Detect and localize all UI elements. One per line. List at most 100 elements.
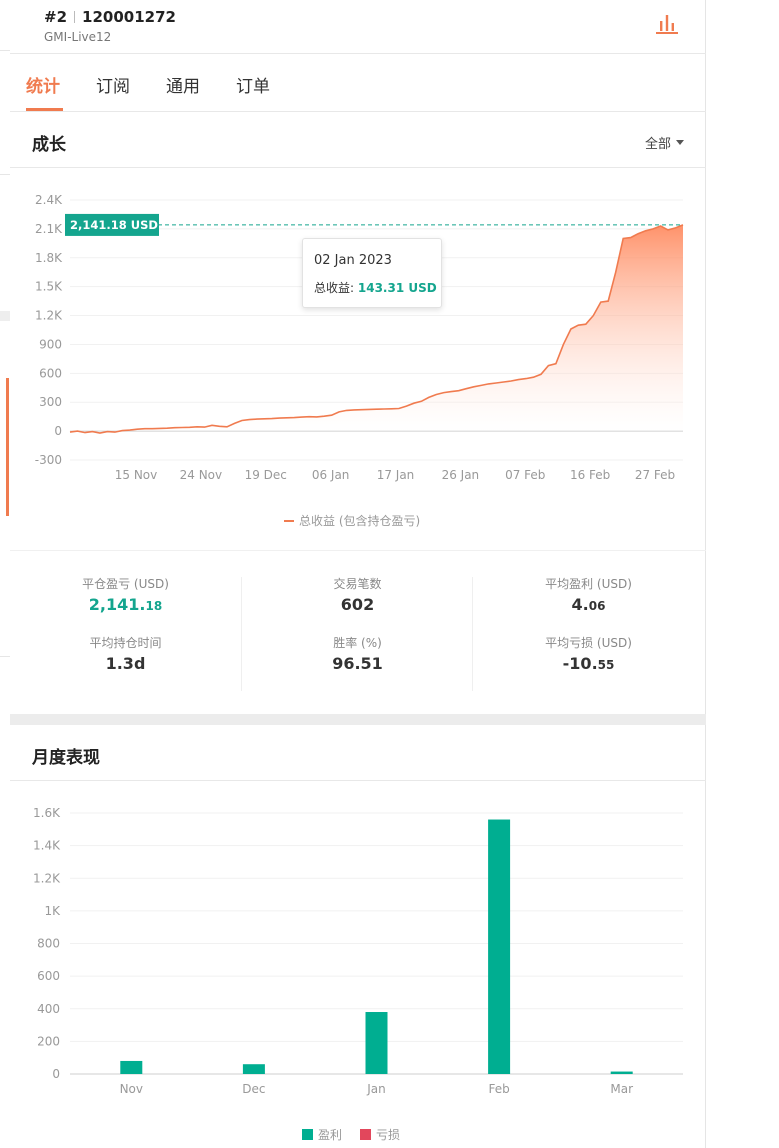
legend-line-swatch [284, 519, 294, 522]
background-page-strip [0, 0, 10, 1148]
x-tick-label: 17 Jan [377, 468, 415, 482]
y-tick-label: 200 [37, 1034, 60, 1048]
y-tick-label: 1.2K [33, 871, 61, 885]
stat-label: 平仓盈亏 (USD) [82, 577, 169, 591]
y-tick-label: 400 [37, 1002, 60, 1016]
stat-label: 交易笔数 [333, 577, 382, 591]
y-tick-label: 600 [37, 969, 60, 983]
account-server: GMI-Live12 [44, 30, 112, 44]
monthly-legend: 盈利 亏损 [302, 1126, 400, 1143]
y-tick-label: 600 [39, 366, 62, 380]
y-tick-label: 900 [39, 337, 62, 351]
stat-avg-hold-time: 平均持仓时间 1.3d [10, 634, 241, 693]
stat-win-rate: 胜率 (%) 96.51 [242, 634, 473, 693]
stat-avg-profit: 平均盈利 (USD) 4.06 [473, 575, 704, 634]
monthly-chart: 0 200 400 600 800 1K 1.2K 1.4K 1.6K Nov Dec Jan Feb… [33, 806, 683, 1096]
stat-value: 4.06 [571, 595, 606, 614]
stat-value: 602 [340, 595, 375, 614]
stat-label: 平均盈利 (USD) [545, 577, 632, 591]
account-title: #2 120001272 [44, 8, 176, 26]
growth-section-header: 成长 全部 [10, 112, 706, 168]
stat-label: 平均亏损 (USD) [545, 636, 632, 650]
stat-label: 胜率 (%) [333, 636, 382, 650]
stat-value: 96.51 [332, 654, 383, 673]
x-tick-label: Jan [366, 1082, 386, 1096]
y-tick-label: 1.6K [33, 806, 61, 820]
stat-value: -10.55 [562, 654, 615, 673]
tooltip-date: 02 Jan 2023 [314, 253, 392, 268]
legend-profit-label[interactable]: 盈利 [318, 1126, 342, 1143]
monthly-title: 月度表现 [32, 748, 100, 768]
stat-value: 1.3d [105, 654, 146, 673]
active-tab-indicator [26, 108, 63, 111]
x-tick-label: Mar [610, 1082, 633, 1096]
current-value-badge: 2,141.18 USD [65, 213, 159, 236]
profit-bar [365, 1012, 388, 1074]
x-tick-label: Dec [242, 1082, 265, 1096]
account-number: #2 [44, 8, 68, 26]
profit-swatch [302, 1129, 313, 1140]
y-tick-label: 0 [52, 1067, 60, 1081]
tooltip-label: 总收益: [314, 281, 355, 295]
stat-trade-count: 交易笔数 602 [242, 575, 473, 634]
tab-statistics[interactable]: 统计 [26, 72, 60, 97]
y-tick-label: 1.5K [35, 280, 63, 294]
bar-chart-icon[interactable] [654, 13, 680, 35]
y-tick-label: 1.2K [35, 309, 63, 323]
y-tick-label: 2.4K [35, 193, 63, 207]
account-detail-panel: #2 120001272 GMI-Live12 统计 订阅 通用 订单 成长 全… [10, 0, 706, 1148]
x-tick-label: Nov [120, 1082, 143, 1096]
stats-grid: 平仓盈亏 (USD) 2,141.18 平均持仓时间 1.3d 交易笔数 602… [10, 550, 706, 715]
tab-orders[interactable]: 订单 [236, 72, 270, 97]
growth-legend-label: 总收益 (包含持仓盈亏) [299, 514, 421, 528]
section-gap [10, 714, 706, 725]
tooltip-row: 总收益: 143.31 USD [314, 279, 437, 296]
y-tick-label: 2.1K [35, 222, 63, 236]
stat-label: 平均持仓时间 [89, 636, 162, 650]
caret-down-icon [676, 140, 684, 145]
monthly-section-header: 月度表现 [10, 725, 706, 781]
profit-bar [242, 1064, 265, 1074]
x-tick-label: 07 Feb [505, 468, 545, 482]
range-filter-label: 全部 [644, 137, 671, 152]
growth-chart: -300 0 300 600 900 1.2K 1.5K 1.8K 2.1K 2.4K 15 No… [35, 193, 684, 482]
account-id: 120001272 [82, 8, 176, 26]
y-tick-label: 800 [37, 937, 60, 951]
title-separator [74, 11, 76, 23]
stats-column-2: 交易笔数 602 胜率 (%) 96.51 [242, 575, 473, 693]
profit-bar [120, 1060, 143, 1074]
x-tick-label: 19 Dec [245, 468, 287, 482]
growth-title: 成长 [32, 135, 66, 155]
x-tick-label: 24 Nov [180, 468, 223, 482]
stats-column-3: 平均盈利 (USD) 4.06 平均亏损 (USD) -10.55 [473, 575, 704, 693]
tab-general[interactable]: 通用 [166, 72, 200, 97]
stat-closed-pnl: 平仓盈亏 (USD) 2,141.18 [10, 575, 241, 634]
tab-subscription[interactable]: 订阅 [96, 72, 130, 97]
y-tick-label: 1K [44, 904, 61, 918]
y-tick-label: 0 [54, 424, 62, 438]
profit-bar [610, 1071, 633, 1074]
x-tick-label: 06 Jan [312, 468, 350, 482]
stats-column-1: 平仓盈亏 (USD) 2,141.18 平均持仓时间 1.3d [10, 575, 241, 693]
x-tick-label: 15 Nov [115, 468, 158, 482]
legend-loss-label[interactable]: 亏损 [376, 1126, 400, 1143]
range-filter-dropdown[interactable]: 全部 [645, 133, 684, 152]
y-tick-label: 300 [39, 395, 62, 409]
y-tick-label: -300 [35, 453, 62, 467]
account-header: #2 120001272 GMI-Live12 [10, 0, 706, 54]
x-tick-label: 16 Feb [570, 468, 610, 482]
stat-avg-loss: 平均亏损 (USD) -10.55 [473, 634, 704, 693]
y-tick-label: 1.4K [33, 839, 61, 853]
tooltip-value: 143.31 USD [357, 281, 437, 295]
stat-value: 2,141.18 [88, 595, 163, 614]
y-tick-label: 1.8K [35, 251, 63, 265]
tab-bar: 统计 订阅 通用 订单 [10, 54, 706, 112]
growth-legend[interactable]: 总收益 (包含持仓盈亏) [284, 512, 420, 529]
data-tooltip: 02 Jan 2023 总收益: 143.31 USD [302, 238, 442, 308]
profit-bar [488, 819, 511, 1074]
x-tick-label: Feb [488, 1082, 509, 1096]
x-tick-label: 27 Feb [635, 468, 675, 482]
loss-swatch [360, 1129, 372, 1140]
x-tick-label: 26 Jan [442, 468, 480, 482]
current-value-label: 2,141.18 USD [70, 218, 158, 232]
